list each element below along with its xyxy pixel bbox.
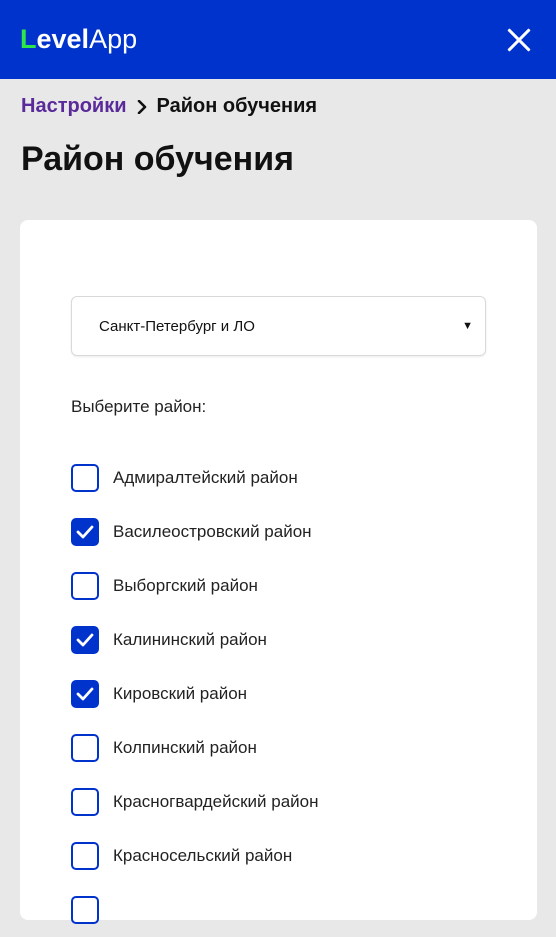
logo-app: App [89, 24, 138, 54]
district-label: Красносельский район [113, 846, 293, 865]
district-item[interactable]: Калининский район [71, 613, 511, 667]
district-label: Красногвардейский район [113, 792, 319, 811]
region-select-value: Санкт-Петербург и ЛО [99, 317, 255, 335]
district-item[interactable]: Колпинский район [71, 721, 511, 775]
checkbox-icon[interactable] [71, 896, 99, 924]
district-label: Василеостровский район [113, 522, 312, 541]
district-item[interactable]: Василеостровский район [71, 505, 511, 559]
district-item[interactable]: Выборгский район [71, 559, 511, 613]
district-item[interactable] [71, 883, 511, 937]
checkbox-icon[interactable] [71, 734, 99, 762]
breadcrumb-settings-link[interactable]: Настройки [21, 95, 127, 118]
checkbox-icon[interactable] [71, 464, 99, 492]
district-item[interactable]: Кировский район [71, 667, 511, 721]
logo-l: L [20, 24, 37, 54]
district-label: Калининский район [113, 630, 267, 649]
district-item[interactable]: Адмиралтейский район [71, 451, 511, 505]
page-title: Район обучения [21, 140, 294, 178]
breadcrumb-current: Район обучения [156, 95, 318, 117]
district-label: Кировский район [113, 684, 248, 703]
checkbox-icon[interactable] [71, 842, 99, 870]
district-label: Адмиралтейский район [113, 468, 298, 487]
checkbox-checked-icon[interactable] [71, 680, 99, 708]
region-select[interactable]: Санкт-Петербург и ЛО ▼ [71, 296, 486, 356]
logo-evel: evel [36, 24, 90, 54]
checkbox-checked-icon[interactable] [71, 626, 99, 654]
district-label: Колпинский район [113, 738, 257, 757]
breadcrumb: Настройки Район обучения [21, 95, 317, 118]
settings-card: Санкт-Петербург и ЛО ▼ Выберите район: А… [20, 220, 537, 924]
district-prompt: Выберите район: [71, 397, 207, 416]
district-list: Адмиралтейский район Василеостровский рай… [71, 451, 511, 937]
dropdown-arrow-icon: ▼ [462, 320, 473, 332]
district-item[interactable]: Красносельский район [71, 829, 511, 883]
top-bar: Level App [0, 0, 556, 79]
close-icon[interactable] [504, 25, 534, 55]
levelapp-logo[interactable]: Level App [20, 26, 137, 53]
chevron-right-icon [127, 99, 157, 114]
checkbox-icon[interactable] [71, 572, 99, 600]
checkbox-icon[interactable] [71, 788, 99, 816]
district-label: Выборгский район [113, 576, 258, 595]
checkbox-checked-icon[interactable] [71, 518, 99, 546]
district-item[interactable]: Красногвардейский район [71, 775, 511, 829]
